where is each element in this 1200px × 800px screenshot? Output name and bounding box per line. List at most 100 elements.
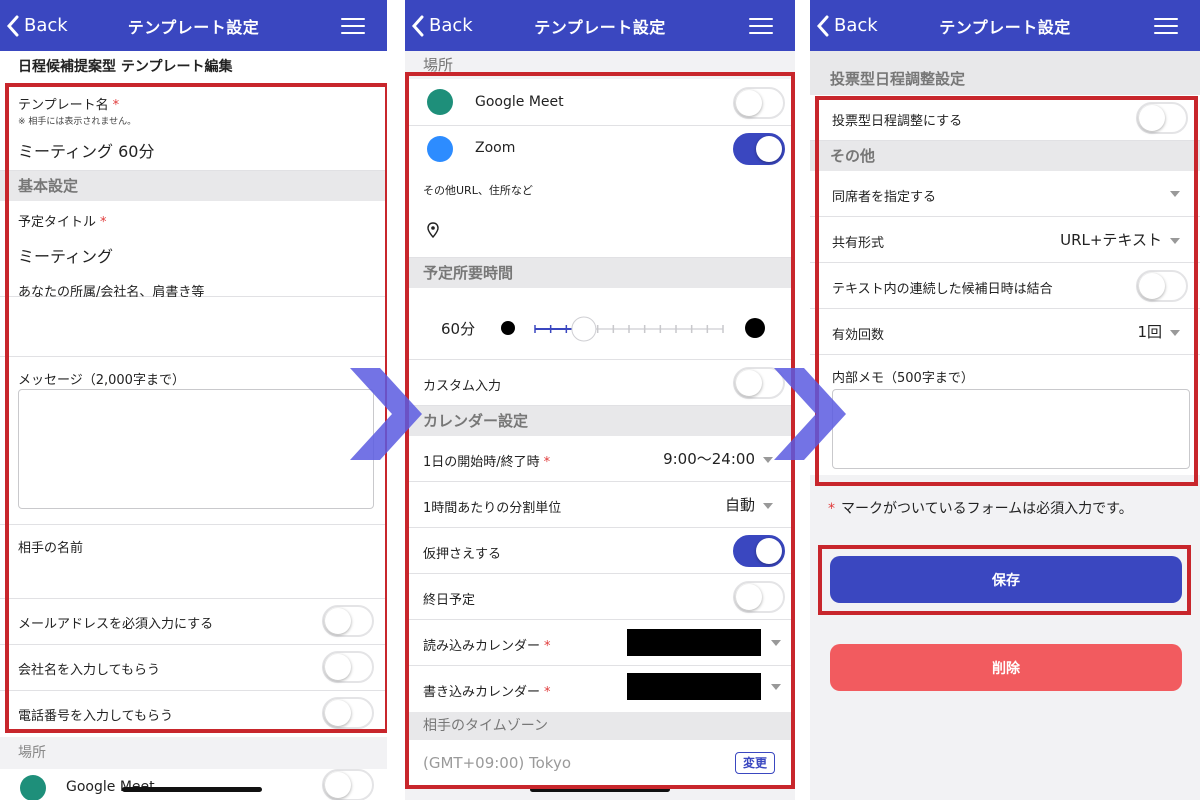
hamburger-menu-icon[interactable] bbox=[341, 18, 365, 34]
google-meet-toggle[interactable] bbox=[322, 769, 374, 800]
custom-input-label: カスタム入力 bbox=[423, 379, 502, 394]
read-calendar-redacted bbox=[627, 629, 761, 656]
hamburger-menu-icon[interactable] bbox=[749, 18, 773, 34]
tentative-row: 仮押さえする bbox=[405, 528, 795, 574]
duration-slider[interactable] bbox=[529, 314, 729, 344]
template-name-note: ※ 相手には表示されません。 bbox=[18, 117, 137, 127]
back-label: Back bbox=[834, 15, 878, 36]
flow-arrow-icon bbox=[774, 368, 846, 460]
affiliation-input[interactable] bbox=[0, 297, 387, 357]
template-name-value[interactable]: ミーティング 60分 bbox=[18, 138, 155, 162]
valid-count-label: 有効回数 bbox=[832, 328, 885, 343]
duration-row: 60分 bbox=[405, 288, 795, 360]
title-label: 予定タイトル bbox=[18, 215, 97, 230]
email-required-label: メールアドレスを必須入力にする bbox=[18, 617, 214, 632]
section-place: 場所 bbox=[405, 51, 795, 79]
merge-row: テキスト内の連続した候補日時は結合 bbox=[810, 263, 1200, 309]
timezone-change-button[interactable]: 変更 bbox=[735, 752, 775, 774]
merge-toggle[interactable] bbox=[1136, 270, 1188, 302]
write-calendar-row[interactable]: 書き込みカレンダー * bbox=[405, 666, 795, 712]
chevron-left-icon bbox=[411, 15, 424, 36]
save-button[interactable]: 保存 bbox=[830, 556, 1182, 603]
google-meet-row: Google Meet bbox=[405, 79, 795, 126]
back-label: Back bbox=[429, 15, 473, 36]
clock-icon bbox=[501, 321, 515, 335]
attendee-label: 同席者を指定する bbox=[832, 190, 937, 205]
valid-count-value: 1回 bbox=[1137, 323, 1162, 341]
chevron-down-icon bbox=[771, 640, 781, 646]
valid-count-row[interactable]: 有効回数 1回 bbox=[810, 309, 1200, 355]
nav-title: テンプレート設定 bbox=[534, 17, 666, 37]
tentative-toggle[interactable] bbox=[733, 535, 785, 567]
message-row: メッセージ（2,000字まで） bbox=[0, 357, 387, 525]
vote-label: 投票型日程調整にする bbox=[832, 114, 963, 129]
other-url-label: その他URL、住所など bbox=[423, 184, 533, 197]
allday-label: 終日予定 bbox=[423, 593, 476, 608]
navbar: Back テンプレート設定 bbox=[810, 0, 1200, 51]
split-unit-row[interactable]: 1時間あたりの分割単位 自動 bbox=[405, 482, 795, 528]
write-calendar-label: 書き込みカレンダー bbox=[423, 685, 541, 700]
slider-knob bbox=[571, 316, 597, 342]
required-note: マークがついているフォームは必須入力です。 bbox=[841, 501, 1133, 517]
partner-name-row[interactable]: 相手の名前 bbox=[0, 525, 387, 599]
page-heading: 日程候補提案型 テンプレート編集 bbox=[0, 51, 387, 84]
google-meet-toggle[interactable] bbox=[733, 87, 785, 119]
phone-toggle[interactable] bbox=[322, 697, 374, 729]
duration-value: 60分 bbox=[441, 320, 476, 338]
vote-toggle[interactable] bbox=[1136, 102, 1188, 134]
location-pin-icon bbox=[427, 222, 439, 238]
zoom-row: Zoom bbox=[405, 126, 795, 172]
section-other: その他 bbox=[810, 141, 1200, 171]
chevron-down-icon bbox=[1170, 329, 1180, 336]
company-toggle[interactable] bbox=[322, 651, 374, 683]
start-end-value: 9:00〜24:00 bbox=[663, 450, 755, 468]
back-button[interactable]: Back bbox=[411, 0, 473, 51]
title-value[interactable]: ミーティング bbox=[18, 243, 113, 267]
merge-label: テキスト内の連続した候補日時は結合 bbox=[832, 282, 1053, 297]
zoom-icon bbox=[427, 136, 453, 162]
email-required-toggle[interactable] bbox=[322, 605, 374, 637]
company-row: 会社名を入力してもらう bbox=[0, 645, 387, 691]
email-required-row: メールアドレスを必須入力にする bbox=[0, 599, 387, 645]
other-url-row[interactable]: その他URL、住所など bbox=[405, 172, 795, 258]
timezone-row: (GMT+09:00) Tokyo 変更 bbox=[405, 740, 795, 786]
tentative-label: 仮押さえする bbox=[423, 547, 502, 562]
flow-arrow-icon bbox=[350, 368, 422, 460]
section-vote: 投票型日程調整設定 bbox=[810, 51, 1200, 95]
timezone-value: (GMT+09:00) Tokyo bbox=[423, 754, 571, 772]
back-button[interactable]: Back bbox=[6, 0, 68, 51]
share-format-label: 共有形式 bbox=[832, 236, 885, 251]
chevron-down-icon bbox=[763, 502, 773, 509]
allday-toggle[interactable] bbox=[733, 581, 785, 613]
start-end-label: 1日の開始時/終了時 bbox=[423, 455, 540, 470]
memo-textarea[interactable] bbox=[832, 389, 1190, 469]
attendee-row[interactable]: 同席者を指定する bbox=[810, 171, 1200, 217]
read-calendar-row[interactable]: 読み込みカレンダー * bbox=[405, 620, 795, 666]
read-calendar-label: 読み込みカレンダー bbox=[423, 639, 541, 654]
hamburger-menu-icon[interactable] bbox=[1154, 18, 1178, 34]
section-duration: 予定所要時間 bbox=[405, 258, 795, 288]
home-indicator bbox=[122, 787, 262, 792]
google-meet-label: Google Meet bbox=[475, 94, 564, 110]
clock-icon bbox=[745, 318, 765, 338]
vote-row: 投票型日程調整にする bbox=[810, 95, 1200, 141]
delete-button[interactable]: 削除 bbox=[830, 644, 1182, 691]
google-meet-icon bbox=[20, 775, 46, 800]
start-end-row[interactable]: 1日の開始時/終了時 * 9:00〜24:00 bbox=[405, 436, 795, 482]
nav-title: テンプレート設定 bbox=[939, 17, 1071, 37]
nav-title: テンプレート設定 bbox=[127, 17, 260, 37]
chevron-left-icon bbox=[816, 15, 829, 36]
screen-template-edit-3: Back テンプレート設定 投票型日程調整設定 投票型日程調整にする その他 同… bbox=[810, 0, 1200, 800]
share-format-value: URL+テキスト bbox=[1060, 231, 1162, 249]
title-row[interactable]: 予定タイトル * ミーティング あなたの所属/会社名、肩書き等 bbox=[0, 201, 387, 300]
template-name-row[interactable]: テンプレート名 * ※ 相手には表示されません。 ミーティング 60分 bbox=[0, 84, 387, 171]
split-unit-value: 自動 bbox=[724, 496, 755, 514]
google-meet-icon bbox=[427, 89, 453, 115]
share-format-row[interactable]: 共有形式 URL+テキスト bbox=[810, 217, 1200, 263]
message-textarea[interactable] bbox=[18, 389, 374, 509]
navbar: Back テンプレート設定 bbox=[0, 0, 387, 51]
section-timezone: 相手のタイムゾーン bbox=[405, 712, 795, 740]
back-button[interactable]: Back bbox=[816, 0, 878, 51]
zoom-toggle[interactable] bbox=[733, 133, 785, 165]
chevron-down-icon bbox=[763, 456, 773, 463]
